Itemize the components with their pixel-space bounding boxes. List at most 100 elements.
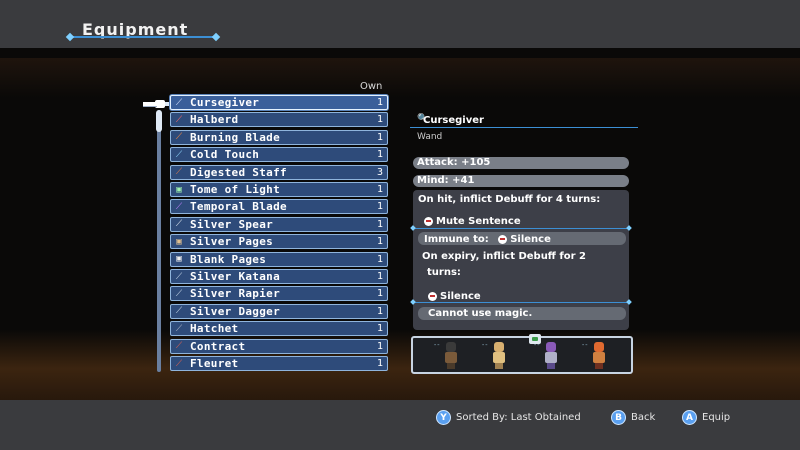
background-scene: [0, 48, 800, 400]
equip-hint[interactable]: A Equip: [682, 410, 730, 425]
wand-icon: ⟋: [175, 97, 183, 108]
debuff-icon: [424, 216, 433, 226]
item-name: Hatchet: [190, 322, 239, 336]
sort-hint[interactable]: Y Sorted By: Last Obtained: [436, 410, 581, 425]
item-quantity: 1: [376, 236, 383, 248]
item-quantity: 1: [376, 97, 383, 108]
dagger-icon: ⟋: [175, 306, 183, 317]
tome-icon: ▣: [176, 184, 182, 195]
list-item[interactable]: ⟋ Temporal Blade 1: [170, 199, 388, 215]
item-name: Silver Spear: [190, 217, 274, 231]
tome-icon: ▣: [176, 236, 182, 247]
list-item[interactable]: ⟋ Digested Staff 3: [170, 164, 388, 180]
item-name: Tome of Light: [190, 183, 280, 196]
item-name: Cursegiver: [190, 96, 260, 109]
list-item[interactable]: ⟋ Burning Blade 1: [170, 129, 388, 145]
list-item[interactable]: ▣ Silver Pages 1: [170, 234, 388, 250]
polearm-icon: ⟋: [175, 114, 183, 125]
b-button-icon: B: [611, 410, 626, 425]
equip-label: Equip: [702, 412, 731, 423]
sword-icon: ⟋: [175, 201, 183, 212]
item-quantity: 1: [376, 131, 383, 143]
item-quantity: 1: [376, 114, 383, 126]
item-quantity: 3: [376, 166, 383, 178]
item-quantity: 1: [376, 149, 383, 161]
party-member-2[interactable]: --: [481, 341, 507, 370]
footer-bar: [0, 400, 800, 450]
item-quantity: 1: [376, 358, 383, 369]
on-hit-text: On hit, inflict Debuff for 4 turns:: [418, 194, 601, 205]
list-item[interactable]: ⟋ Hatchet 1: [170, 321, 388, 337]
own-column-header: Own: [360, 81, 383, 92]
list-item[interactable]: ⟋ Silver Spear 1: [170, 216, 388, 232]
back-hint[interactable]: B Back: [611, 410, 655, 425]
equipped-badge-icon: [529, 334, 541, 344]
detail-item-type: Wand: [417, 132, 443, 142]
item-name: Silver Pages: [190, 235, 274, 249]
effect-divider-2: [413, 302, 629, 303]
list-item[interactable]: ⟋ Fleuret 1: [170, 356, 388, 371]
silence-icon: [498, 234, 508, 244]
staff-icon: ⟋: [175, 341, 183, 352]
item-name: Fleuret: [190, 357, 239, 370]
item-quantity: 1: [376, 253, 383, 265]
list-item[interactable]: ▣ Blank Pages 1: [170, 251, 388, 267]
silence-debuff-icon: [428, 291, 437, 301]
list-item[interactable]: ▣ Tome of Light 1: [170, 182, 388, 197]
item-name: Silver Rapier: [190, 287, 280, 301]
item-name: Cold Touch: [190, 148, 260, 162]
item-quantity: 1: [376, 288, 383, 300]
detail-item-name: Cursegiver: [423, 115, 484, 126]
expiry-text-line1: On expiry, inflict Debuff for 2: [422, 251, 586, 262]
scrollbar-thumb[interactable]: [156, 110, 162, 132]
list-item[interactable]: ⟋ Silver Rapier 1: [170, 286, 388, 302]
list-item[interactable]: ⟋ Silver Dagger 1: [170, 303, 388, 319]
debuff2-description: Cannot use magic.: [428, 308, 533, 319]
staff-icon: ⟋: [175, 167, 183, 178]
item-quantity: 1: [376, 201, 383, 213]
effect-divider: [413, 228, 629, 229]
y-button-icon: Y: [436, 410, 451, 425]
list-item[interactable]: ⟋ Cursegiver 1: [170, 95, 388, 110]
sword-icon: ⟋: [175, 132, 183, 143]
item-quantity: 1: [376, 305, 383, 317]
a-button-icon: A: [682, 410, 697, 425]
spear-icon: ⟋: [175, 219, 183, 230]
pointer-hand-icon: [143, 100, 169, 108]
list-item[interactable]: ⟋ Cold Touch 1: [170, 147, 388, 163]
debuff-label: Mute Sentence: [436, 216, 521, 227]
wand-icon: ⟋: [175, 149, 183, 160]
sword-icon: ⟋: [175, 271, 183, 282]
detail-divider: [410, 127, 638, 128]
immune-row: Immune to: Silence: [424, 234, 551, 245]
list-item[interactable]: ⟋ Halberd 1: [170, 112, 388, 128]
immune-label: Immune to:: [424, 234, 489, 245]
item-name: Blank Pages: [190, 252, 267, 266]
item-name: Temporal Blade: [190, 200, 287, 214]
party-member-1[interactable]: --: [433, 341, 459, 370]
attack-stat: Attack: +105: [413, 157, 629, 169]
item-quantity: 1: [376, 323, 383, 335]
item-quantity: 1: [376, 184, 383, 195]
item-name: Burning Blade: [190, 130, 280, 144]
item-name: Silver Dagger: [190, 304, 280, 318]
scrollbar-track[interactable]: [157, 110, 161, 372]
list-item[interactable]: ⟋ Silver Katana 1: [170, 269, 388, 284]
title-underline: [70, 36, 216, 38]
item-name: Halberd: [190, 113, 239, 127]
debuff-name: Mute Sentence: [424, 216, 521, 227]
tome-icon: ▣: [176, 254, 182, 265]
list-item[interactable]: ⟋ Contract 1: [170, 338, 388, 354]
debuff2-name: Silence: [428, 291, 481, 302]
item-quantity: 1: [376, 271, 383, 282]
party-member-3[interactable]: --: [533, 341, 559, 370]
item-name: Contract: [190, 339, 246, 353]
immune-value: Silence: [510, 234, 551, 245]
debuff2-label: Silence: [440, 291, 481, 302]
party-member-4[interactable]: --: [581, 341, 607, 370]
sort-label: Sorted By: Last Obtained: [456, 412, 581, 423]
expiry-text-line2: turns:: [427, 267, 461, 278]
item-quantity: 1: [376, 218, 383, 230]
item-name: Digested Staff: [190, 165, 287, 179]
item-name: Silver Katana: [190, 270, 280, 283]
